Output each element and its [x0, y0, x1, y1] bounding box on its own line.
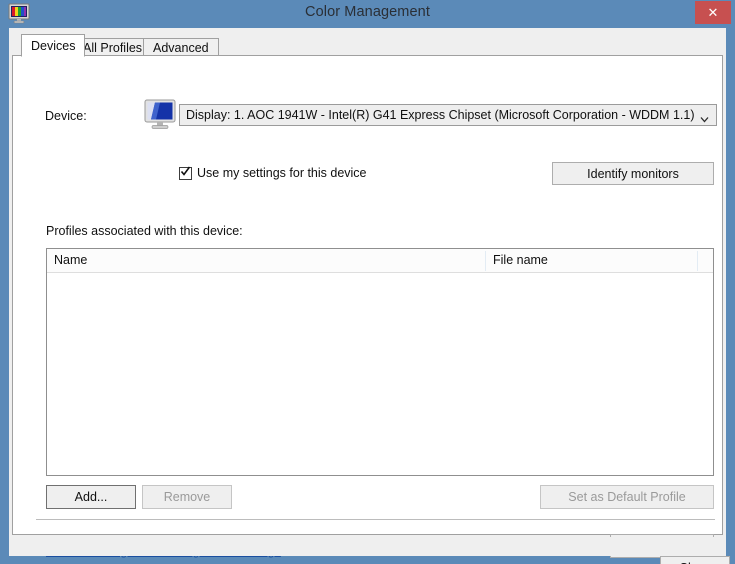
column-header-name[interactable]: Name — [47, 249, 485, 272]
tab-advanced-label: Advanced — [153, 41, 209, 55]
device-select-value: Display: 1. AOC 1941W - Intel(R) G41 Exp… — [186, 108, 695, 122]
color-management-window: Color Management ✕ Devices All Profiles … — [0, 0, 735, 564]
chevron-down-icon — [700, 111, 709, 123]
monitor-icon — [141, 98, 179, 131]
device-select[interactable]: Display: 1. AOC 1941W - Intel(R) G41 Exp… — [179, 104, 717, 126]
window-title: Color Management — [305, 4, 430, 20]
title-bar: Color Management ✕ — [0, 0, 735, 28]
tab-all-profiles-label: All Profiles — [83, 41, 143, 55]
close-button[interactable]: Close — [660, 556, 730, 564]
remove-profile-button: Remove — [142, 485, 232, 509]
set-as-default-profile-button: Set as Default Profile — [540, 485, 714, 509]
section-divider — [36, 519, 715, 520]
profiles-list-body[interactable] — [47, 273, 713, 475]
identify-monitors-button[interactable]: Identify monitors — [552, 162, 714, 185]
tab-strip: Devices All Profiles Advanced — [12, 34, 723, 57]
column-header-extra[interactable] — [698, 249, 713, 272]
devices-tab-panel: Device: Display: 1. AOC 1941W - Intel(R)… — [12, 55, 723, 558]
profiles-list-label: Profiles associated with this device: — [46, 224, 243, 238]
column-header-file-name-label: File name — [493, 253, 548, 267]
device-label: Device: — [45, 109, 87, 123]
use-my-settings-label: Use my settings for this device — [197, 166, 367, 180]
add-profile-button[interactable]: Add... — [46, 485, 136, 509]
tab-advanced[interactable]: Advanced — [143, 38, 219, 56]
column-header-name-label: Name — [54, 253, 88, 267]
tab-devices-label: Devices — [31, 39, 76, 53]
profiles-list[interactable]: Name File name — [46, 248, 714, 476]
close-icon[interactable]: ✕ — [695, 1, 731, 24]
column-header-file-name[interactable]: File name — [486, 249, 697, 272]
checkmark-icon — [180, 165, 191, 178]
profiles-list-header: Name File name — [47, 249, 713, 273]
dialog-footer — [9, 537, 726, 556]
tab-devices[interactable]: Devices — [21, 34, 86, 57]
dialog-body: Devices All Profiles Advanced Device: Di… — [9, 28, 730, 564]
